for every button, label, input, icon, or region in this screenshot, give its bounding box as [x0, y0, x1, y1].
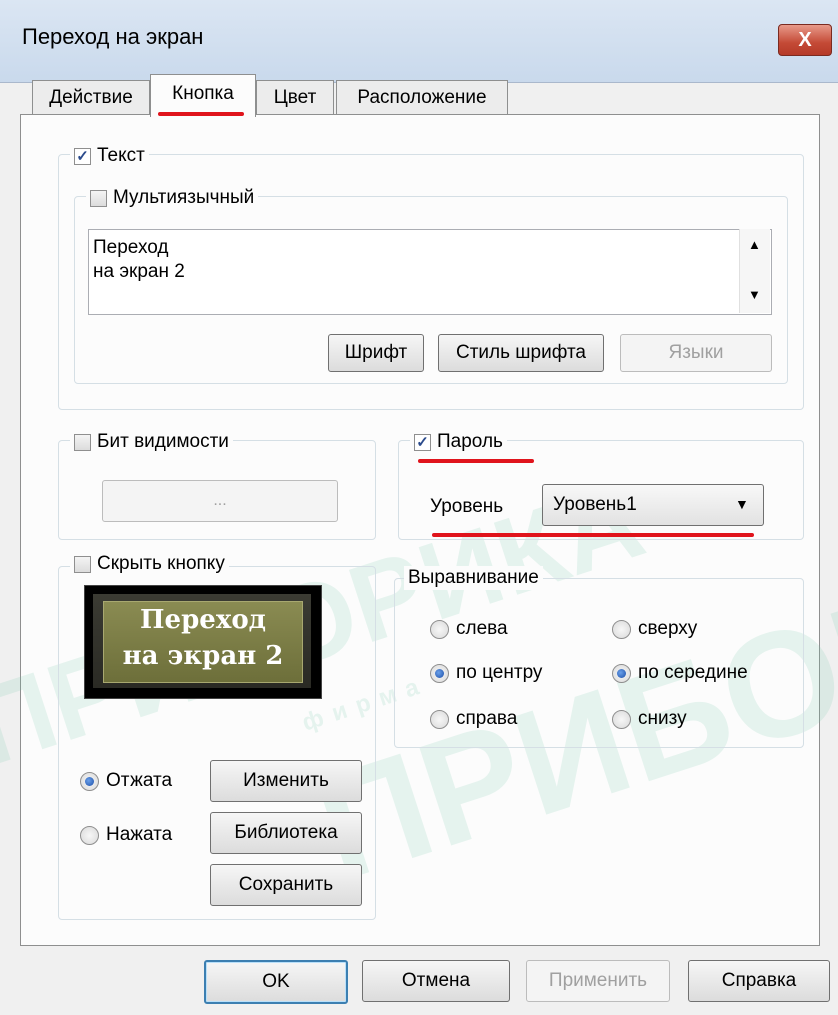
apply-button[interactable]: Применить — [526, 960, 670, 1002]
tab-annotation-underline — [158, 112, 244, 116]
scroll-up-icon[interactable]: ▲ — [748, 237, 761, 252]
text-checkbox[interactable]: ✓ — [74, 147, 91, 165]
tab-color[interactable]: Цвет — [256, 80, 334, 115]
align-right-radio[interactable] — [430, 710, 449, 729]
visibility-bit-label: Бит видимости — [97, 431, 229, 452]
align-left-label: слева — [456, 618, 508, 639]
window-title: Переход на экран — [22, 24, 204, 49]
font-style-button[interactable]: Стиль шрифта — [438, 334, 604, 372]
alignment-legend: Выравнивание — [404, 566, 543, 590]
preview-line-2: на экран 2 — [122, 641, 284, 671]
level-select-value: Уровень1 — [553, 494, 637, 515]
visibility-bit-header: Бит видимости — [70, 430, 233, 454]
text-scrollbar[interactable]: ▲ ▼ — [739, 229, 770, 313]
password-header: ✓ Пароль — [410, 430, 507, 454]
state-released-radio[interactable] — [80, 772, 99, 791]
align-right-label: справа — [456, 708, 518, 729]
align-center-label: по центру — [456, 662, 543, 683]
tab-button[interactable]: Кнопка — [150, 74, 256, 117]
save-button[interactable]: Сохранить — [210, 864, 362, 906]
state-pressed-label: Нажата — [106, 824, 173, 845]
chevron-down-icon: ▼ — [735, 496, 749, 512]
align-top-radio[interactable] — [612, 620, 631, 639]
align-center-radio[interactable] — [430, 664, 449, 683]
password-annotation-underline — [418, 459, 534, 463]
multilingual-label: Мультиязычный — [113, 187, 255, 208]
text-group-header: ✓ Текст — [70, 144, 149, 168]
level-select[interactable]: Уровень1 ▼ — [542, 484, 764, 526]
state-released-label: Отжата — [106, 770, 173, 791]
align-top-label: сверху — [638, 618, 698, 639]
align-left-radio[interactable] — [430, 620, 449, 639]
hide-button-label: Скрыть кнопку — [97, 553, 225, 574]
font-button[interactable]: Шрифт — [328, 334, 424, 372]
password-label: Пароль — [437, 431, 503, 452]
multilingual-checkbox[interactable] — [90, 189, 107, 207]
password-checkbox[interactable]: ✓ — [414, 433, 431, 451]
level-label: Уровень — [430, 496, 504, 517]
text-checkbox-label: Текст — [97, 145, 145, 166]
languages-button[interactable]: Языки — [620, 334, 772, 372]
close-button[interactable]: X — [778, 24, 832, 56]
align-bottom-label: снизу — [638, 708, 687, 729]
text-line-1: Переход — [93, 237, 169, 258]
visibility-bit-address-button[interactable]: ... — [102, 480, 338, 522]
hide-button-header: Скрыть кнопку — [70, 552, 229, 576]
window-titlebar: Переход на экран X — [0, 0, 838, 83]
align-middle-label: по середине — [638, 662, 748, 683]
preview-line-1: Переход — [140, 605, 266, 635]
help-button[interactable]: Справка — [688, 960, 830, 1002]
scroll-down-icon[interactable]: ▼ — [748, 287, 761, 302]
change-button[interactable]: Изменить — [210, 760, 362, 802]
align-bottom-radio[interactable] — [612, 710, 631, 729]
button-preview: Переход на экран 2 — [103, 601, 303, 683]
ok-button[interactable]: OK — [204, 960, 348, 1004]
align-middle-radio[interactable] — [612, 664, 631, 683]
visibility-bit-checkbox[interactable] — [74, 433, 91, 451]
tab-action[interactable]: Действие — [32, 80, 150, 115]
level-annotation-underline — [432, 533, 754, 537]
hide-button-checkbox[interactable] — [74, 555, 91, 573]
state-pressed-radio[interactable] — [80, 826, 99, 845]
cancel-button[interactable]: Отмена — [362, 960, 510, 1002]
button-text-field[interactable]: Переход на экран 2 — [88, 229, 772, 315]
multilingual-header: Мультиязычный — [86, 186, 259, 210]
tab-layout[interactable]: Расположение — [336, 80, 508, 115]
text-line-2: на экран 2 — [93, 261, 185, 282]
library-button[interactable]: Библиотека — [210, 812, 362, 854]
